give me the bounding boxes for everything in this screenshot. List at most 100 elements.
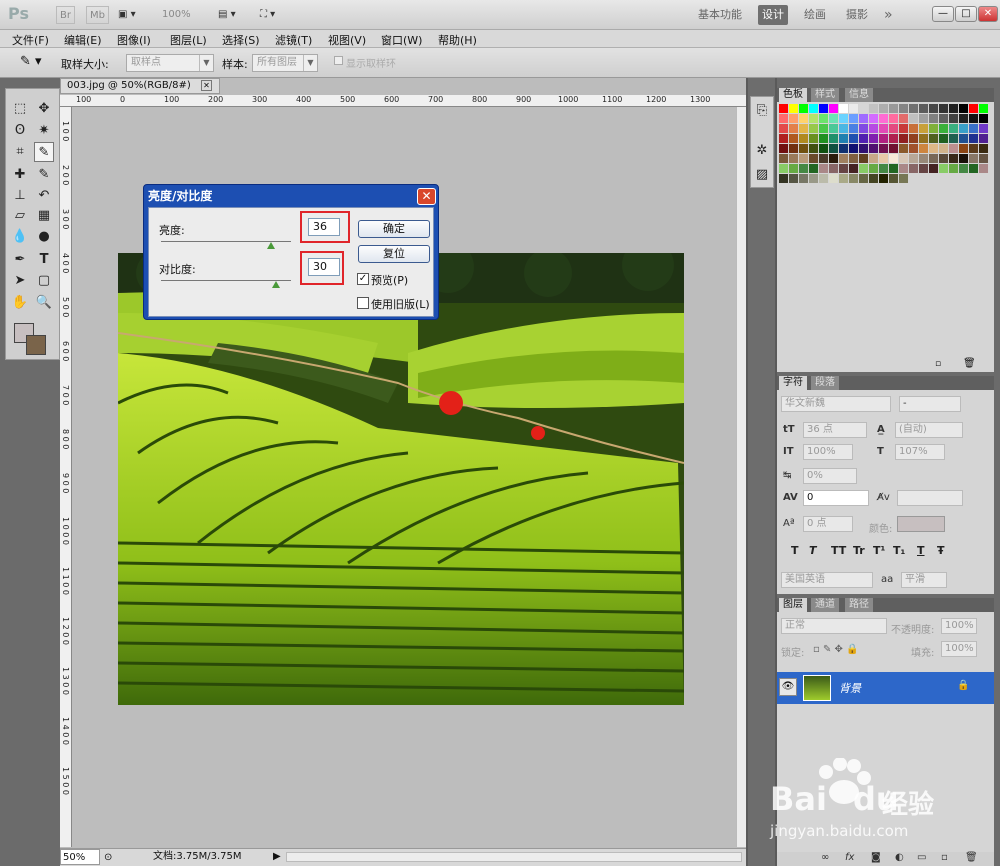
- swatch-cell[interactable]: [869, 114, 878, 123]
- history-panel-icon[interactable]: ⎘: [752, 101, 772, 121]
- swatch-cell[interactable]: [849, 104, 858, 113]
- swatch-cell[interactable]: [879, 164, 888, 173]
- actions-panel-icon[interactable]: ✲: [752, 141, 772, 161]
- swatch-cell[interactable]: [839, 174, 848, 183]
- menu-file[interactable]: 文件(F): [12, 32, 49, 48]
- blend-mode-select[interactable]: 正常: [781, 618, 887, 634]
- dodge-tool-icon[interactable]: ●: [34, 227, 54, 247]
- swatch-cell[interactable]: [919, 164, 928, 173]
- swatch-cell[interactable]: [909, 164, 918, 173]
- lock-icons[interactable]: ▫ ✎ ✥ 🔒: [813, 644, 859, 655]
- hand-tool-icon[interactable]: ✋: [10, 293, 30, 313]
- swatch-cell[interactable]: [909, 114, 918, 123]
- background-color-swatch[interactable]: [26, 335, 46, 355]
- swatch-cell[interactable]: [849, 134, 858, 143]
- swatch-cell[interactable]: [859, 114, 868, 123]
- strikethrough-button[interactable]: Ŧ: [937, 544, 945, 557]
- dialog-close-icon[interactable]: ✕: [417, 188, 436, 205]
- swatch-cell[interactable]: [939, 124, 948, 133]
- swatch-cell[interactable]: [879, 104, 888, 113]
- eyedropper-preset-icon[interactable]: ✎ ▾: [20, 54, 42, 69]
- swatch-cell[interactable]: [929, 134, 938, 143]
- close-tab-icon[interactable]: ✕: [201, 80, 212, 91]
- swatch-cell[interactable]: [799, 144, 808, 153]
- swatch-cell[interactable]: [859, 134, 868, 143]
- arrange-documents-button[interactable]: ▤ ▾: [218, 6, 236, 24]
- swatch-cell[interactable]: [849, 164, 858, 173]
- legacy-checkbox[interactable]: [357, 297, 369, 309]
- tab-paths[interactable]: 路径: [845, 598, 873, 612]
- swatch-cell[interactable]: [829, 174, 838, 183]
- mini-bridge-button[interactable]: Mb: [86, 6, 109, 24]
- swatch-cell[interactable]: [899, 114, 908, 123]
- swatch-cell[interactable]: [829, 104, 838, 113]
- swatch-cell[interactable]: [959, 154, 968, 163]
- small-caps-button[interactable]: Tr: [853, 544, 865, 557]
- status-icon[interactable]: ⊙: [104, 850, 112, 866]
- swatch-cell[interactable]: [799, 104, 808, 113]
- swatch-cell[interactable]: [939, 104, 948, 113]
- swatch-cell[interactable]: [919, 154, 928, 163]
- swatch-cell[interactable]: [949, 134, 958, 143]
- swatch-cell[interactable]: [929, 104, 938, 113]
- swatch-cell[interactable]: [939, 144, 948, 153]
- eyedropper-tool-icon[interactable]: ✎: [34, 142, 54, 162]
- swatch-cell[interactable]: [859, 154, 868, 163]
- font-style-select[interactable]: -: [899, 396, 961, 412]
- layer-visibility-eye-icon[interactable]: 👁: [779, 678, 797, 696]
- swatch-cell[interactable]: [939, 164, 948, 173]
- tracking-field[interactable]: 0: [803, 490, 869, 506]
- swatch-cell[interactable]: [899, 174, 908, 183]
- contrast-input[interactable]: 30: [308, 258, 340, 276]
- swatch-cell[interactable]: [899, 144, 908, 153]
- swatch-cell[interactable]: [819, 154, 828, 163]
- swatch-cell[interactable]: [839, 104, 848, 113]
- swatch-cell[interactable]: [859, 144, 868, 153]
- swatch-cell[interactable]: [979, 154, 988, 163]
- clone-stamp-tool-icon[interactable]: ⊥: [10, 186, 30, 206]
- swatch-cell[interactable]: [879, 134, 888, 143]
- swatch-cell[interactable]: [779, 114, 788, 123]
- move-tool-icon[interactable]: ✥: [34, 99, 54, 119]
- swatch-cell[interactable]: [929, 164, 938, 173]
- image-panel-icon[interactable]: ▨: [752, 165, 772, 185]
- superscript-button[interactable]: T¹: [873, 544, 885, 557]
- menu-image[interactable]: 图像(I): [117, 32, 151, 48]
- swatch-cell[interactable]: [889, 174, 898, 183]
- swatch-cell[interactable]: [819, 164, 828, 173]
- swatch-cell[interactable]: [959, 104, 968, 113]
- swatch-cell[interactable]: [859, 124, 868, 133]
- swatch-cell[interactable]: [809, 154, 818, 163]
- pen-tool-icon[interactable]: ✒: [10, 250, 30, 270]
- swatch-cell[interactable]: [929, 144, 938, 153]
- swatch-cell[interactable]: [889, 154, 898, 163]
- font-family-select[interactable]: 华文新魏: [781, 396, 891, 412]
- delete-swatch-icon[interactable]: 🗑: [963, 358, 976, 369]
- swatch-cell[interactable]: [809, 104, 818, 113]
- swatch-cell[interactable]: [849, 114, 858, 123]
- menu-help[interactable]: 帮助(H): [438, 32, 477, 48]
- spot-healing-tool-icon[interactable]: ✚: [10, 165, 30, 185]
- tab-swatches[interactable]: 色板: [779, 88, 807, 102]
- swatch-cell[interactable]: [869, 104, 878, 113]
- history-brush-tool-icon[interactable]: ↶: [34, 186, 54, 206]
- swatch-cell[interactable]: [889, 104, 898, 113]
- swatch-cell[interactable]: [779, 174, 788, 183]
- swatch-grid[interactable]: [779, 104, 989, 184]
- brightness-input[interactable]: 36: [308, 218, 340, 236]
- show-sampling-ring-checkbox[interactable]: [334, 56, 343, 65]
- swatch-cell[interactable]: [969, 114, 978, 123]
- swatch-cell[interactable]: [979, 144, 988, 153]
- zoom-field[interactable]: 50%: [60, 849, 100, 865]
- sample-size-select[interactable]: 取样点 ▼: [126, 54, 214, 72]
- swatch-cell[interactable]: [919, 124, 928, 133]
- workspace-more-button[interactable]: »: [880, 5, 897, 25]
- swatch-cell[interactable]: [909, 144, 918, 153]
- swatch-cell[interactable]: [829, 154, 838, 163]
- swatch-cell[interactable]: [969, 144, 978, 153]
- swatch-cell[interactable]: [869, 174, 878, 183]
- swatch-cell[interactable]: [949, 124, 958, 133]
- blur-tool-icon[interactable]: 💧: [10, 227, 30, 247]
- swatch-cell[interactable]: [809, 174, 818, 183]
- swatch-cell[interactable]: [799, 174, 808, 183]
